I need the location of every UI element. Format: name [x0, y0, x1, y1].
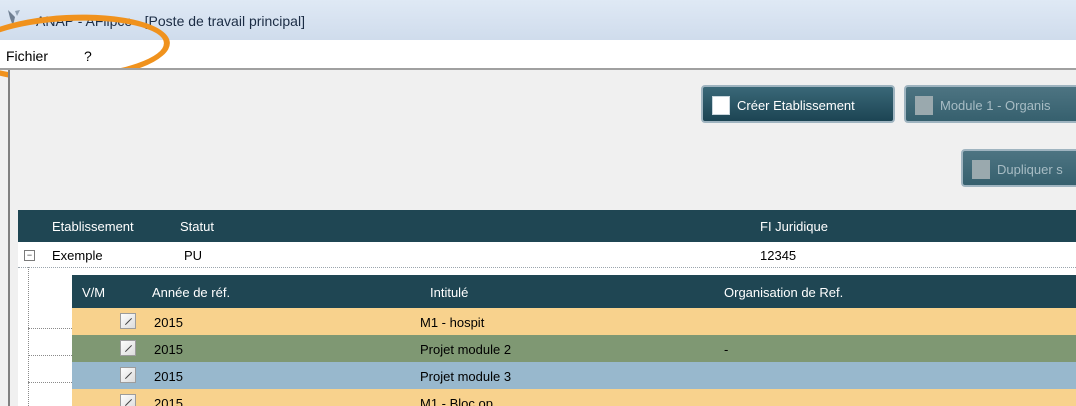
edit-icon[interactable] — [120, 367, 136, 383]
tree-connector — [28, 267, 29, 406]
cell-intitule: M1 - hospit — [420, 315, 485, 330]
subgrid-header: V/M Année de réf. Intitulé Organisation … — [72, 275, 1076, 308]
column-header-fi-juridique[interactable]: FI Juridique — [760, 219, 828, 234]
table-row[interactable]: 2015 M1 - Bloc op — [72, 389, 1076, 406]
grid-header: Etablissement Statut FI Juridique — [18, 210, 1076, 242]
duplicate-label: Dupliquer s — [997, 162, 1063, 177]
cell-annee: 2015 — [154, 396, 183, 406]
collapse-icon[interactable]: − — [24, 250, 35, 261]
establishments-grid: Etablissement Statut FI Juridique − Exem… — [18, 210, 1076, 406]
module1-label: Module 1 - Organis — [940, 98, 1051, 113]
column-header-annee[interactable]: Année de réf. — [152, 285, 230, 300]
create-establishment-label: Créer Etablissement — [737, 98, 855, 113]
tree-connector — [28, 328, 72, 329]
column-header-vm[interactable]: V/M — [82, 285, 105, 300]
checkbox-icon — [712, 96, 730, 115]
edit-icon[interactable] — [120, 313, 136, 329]
column-header-statut[interactable]: Statut — [180, 219, 214, 234]
modules-subgrid: V/M Année de réf. Intitulé Organisation … — [72, 275, 1076, 406]
module1-button[interactable]: Module 1 - Organis — [904, 85, 1076, 123]
cell-annee: 2015 — [154, 342, 183, 357]
column-header-intitule[interactable]: Intitulé — [430, 285, 468, 300]
copy-icon — [972, 160, 990, 179]
tree-connector — [28, 355, 72, 356]
table-row[interactable]: − Exemple PU 12345 — [18, 242, 1076, 268]
column-header-etablissement[interactable]: Etablissement — [52, 219, 134, 234]
edit-icon[interactable] — [120, 340, 136, 356]
table-row[interactable]: 2015 Projet module 3 — [72, 362, 1076, 389]
cell-intitule: Projet module 3 — [420, 369, 512, 384]
cell-organisation: - — [724, 342, 729, 357]
column-header-organisation[interactable]: Organisation de Ref. — [724, 285, 843, 300]
duplicate-button[interactable]: Dupliquer s — [961, 149, 1076, 187]
cell-fi-juridique: 12345 — [760, 248, 797, 263]
cell-intitule: Projet module 2 — [420, 342, 512, 357]
tree-connector — [28, 382, 72, 383]
cell-annee: 2015 — [154, 315, 183, 330]
cell-intitule: M1 - Bloc op — [420, 396, 493, 406]
edit-icon[interactable] — [120, 394, 136, 406]
cell-etablissement: Exemple — [52, 248, 103, 263]
checkbox-icon — [915, 96, 933, 115]
create-establishment-button[interactable]: Créer Etablissement — [701, 85, 895, 123]
table-row[interactable]: 2015 M1 - hospit — [72, 308, 1076, 335]
cell-statut: PU — [184, 248, 203, 263]
cell-annee: 2015 — [154, 369, 183, 384]
table-row[interactable]: 2015 Projet module 2 - — [72, 335, 1076, 362]
